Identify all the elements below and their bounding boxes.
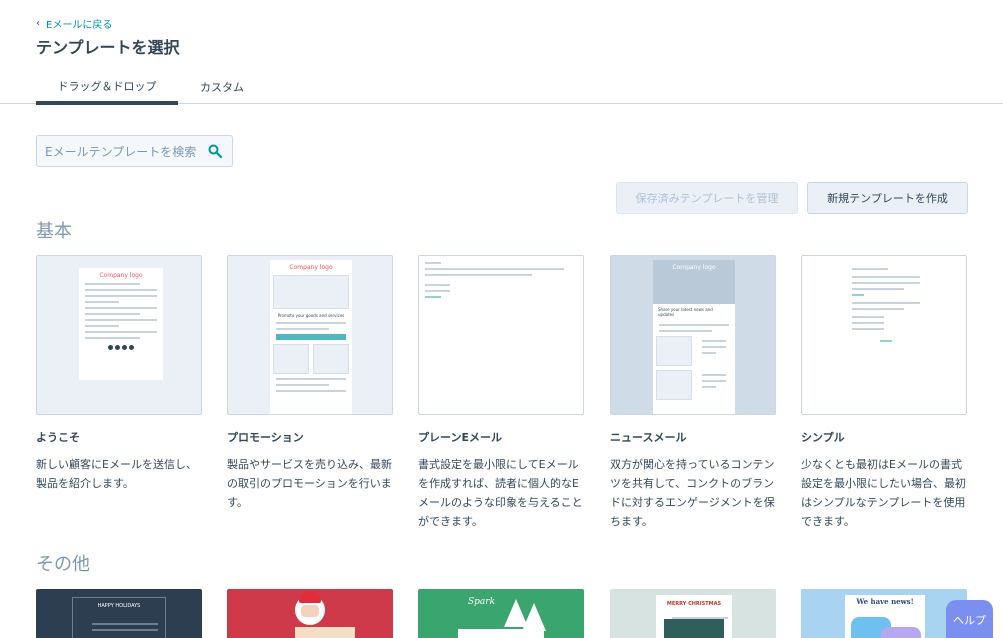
preview-caption: HAPPY HOLIDAYS	[97, 603, 141, 609]
template-preview-spark[interactable]: Spark	[418, 589, 584, 638]
template-preview-simple[interactable]	[801, 255, 967, 415]
template-description: 新しい顧客にEメールを送信し、製品を紹介します。	[36, 458, 197, 490]
template-preview-plain-email[interactable]	[418, 255, 584, 415]
template-name: プロモーション	[227, 431, 304, 444]
template-preview-christmas[interactable]: MERRY CHRISTMAS	[610, 589, 776, 638]
preview-cta-bar	[276, 334, 346, 340]
template-preview-newsletter[interactable]: Company logo Share your latest news and …	[610, 255, 776, 415]
template-search-input[interactable]: Eメールテンプレートを検索	[36, 135, 233, 167]
template-name: シンプル	[801, 431, 845, 444]
template-name: ようこそ	[36, 431, 80, 444]
chevron-left-icon: ‹	[36, 18, 40, 29]
template-preview-news[interactable]: We have news!	[801, 589, 967, 638]
preview-logo-text: Company logo	[672, 264, 716, 271]
preview-heading: Share your latest news and updates	[658, 307, 713, 317]
template-description: 少なくとも最初はEメールの書式設定を最小限にしたい場合、最初はシンプルなテンプレ…	[801, 458, 966, 528]
email-preview-doc: Company logo Share your latest news and …	[653, 260, 735, 414]
template-description: 書式設定を最小限にしてEメールを作成すれば、読者に個人的なEメールのような印象を…	[418, 458, 583, 528]
template-preview-welcome[interactable]: Company logo	[36, 255, 202, 415]
search-placeholder: Eメールテンプレートを検索	[45, 144, 197, 159]
preview-heading: Promote your goods and services	[277, 313, 345, 318]
preview-logo-text: Company logo	[289, 264, 333, 271]
template-preview-santa[interactable]	[227, 589, 393, 638]
template-card-newsletter[interactable]: Company logo Share your latest news and …	[610, 255, 776, 531]
section-title-other: その他	[36, 554, 90, 575]
preview-caption: We have news!	[856, 597, 914, 606]
template-card-plain-email[interactable]: プレーンEメール 書式設定を最小限にしてEメールを作成すれば、読者に個人的なEメ…	[418, 255, 584, 531]
template-card-promotion[interactable]: Company logo Promote your goods and serv…	[227, 255, 393, 512]
template-card-simple[interactable]: シンプル 少なくとも最初はEメールの書式設定を最小限にしたい場合、最初はシンプル…	[801, 255, 967, 531]
preview-logo-text: Company logo	[99, 272, 143, 279]
social-icons	[79, 345, 163, 350]
back-link-label: Eメールに戻る	[46, 20, 113, 31]
search-icon[interactable]	[208, 144, 222, 158]
email-preview-doc: Company logo	[79, 268, 163, 380]
manage-saved-templates-button[interactable]: 保存済みテンプレートを管理	[616, 182, 798, 214]
preview-caption: Spark	[468, 597, 496, 607]
page-title: テンプレートを選択	[36, 38, 180, 57]
template-name: プレーンEメール	[418, 431, 502, 444]
template-name: ニュースメール	[610, 431, 687, 444]
create-template-button[interactable]: 新規テンプレートを作成	[807, 182, 968, 214]
template-preview-holidays[interactable]: HAPPY HOLIDAYS	[36, 589, 202, 638]
preview-caption: MERRY CHRISTMAS	[666, 601, 722, 607]
tab-drag-and-drop[interactable]: ドラッグ＆ドロップ	[36, 70, 178, 105]
tab-bar: ドラッグ＆ドロップ カスタム	[0, 70, 1003, 105]
template-description: 双方が関心を持っているコンテンツを共有して、コンクトのブランドに対するエンゲージ…	[610, 458, 775, 528]
email-preview-doc: Company logo Promote your goods and serv…	[270, 260, 352, 414]
preview-hero-image	[273, 275, 349, 309]
back-to-email-link[interactable]: ‹ Eメールに戻る	[36, 16, 112, 31]
template-card-welcome[interactable]: Company logo ようこそ 新しい顧客にEメールを送信し、製品を紹介しま…	[36, 255, 202, 493]
section-title-basic: 基本	[36, 221, 72, 242]
template-description: 製品やサービスを売り込み、最新の取引のプロモーションを行います。	[227, 458, 392, 509]
tab-custom[interactable]: カスタム	[186, 70, 258, 104]
template-preview-promotion[interactable]: Company logo Promote your goods and serv…	[227, 255, 393, 415]
help-button[interactable]: ヘルプ	[946, 600, 993, 638]
